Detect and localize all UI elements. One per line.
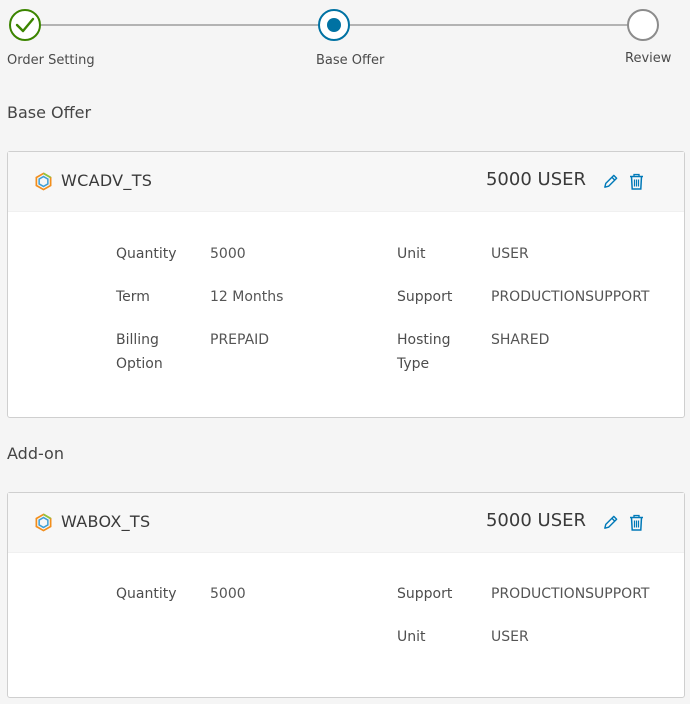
- field-label-hosting-line2: Type: [397, 356, 430, 372]
- field-label-billing-line1: Billing: [116, 332, 159, 348]
- field-label-billing-option: Billing Option: [116, 328, 163, 376]
- step-base-offer[interactable]: [318, 9, 350, 41]
- field-value-hosting-type: SHARED: [491, 332, 550, 348]
- card-header: WCADV_TS 5000 USER: [8, 152, 684, 212]
- field-value-support: PRODUCTIONSUPPORT: [491, 289, 650, 305]
- step-review[interactable]: [627, 9, 659, 41]
- field-label-quantity: Quantity: [116, 246, 177, 262]
- field-label-hosting-type: Hosting Type: [397, 328, 451, 376]
- trash-icon[interactable]: [629, 173, 644, 190]
- field-value-unit: USER: [491, 246, 529, 262]
- field-label-unit: Unit: [397, 629, 426, 645]
- addon-card: WABOX_TS 5000 USER Quantity 5000 Support…: [7, 492, 685, 698]
- hexagon-logo-icon: [35, 513, 52, 532]
- field-label-unit: Unit: [397, 246, 426, 262]
- field-label-billing-line2: Option: [116, 356, 163, 372]
- field-value-billing-option: PREPAID: [210, 332, 270, 348]
- step-order-setting[interactable]: [9, 9, 41, 41]
- step-label-review: Review: [625, 51, 672, 66]
- field-label-quantity: Quantity: [116, 586, 177, 602]
- product-summary: 5000 USER: [485, 169, 586, 190]
- section-title-base-offer: Base Offer: [7, 103, 92, 122]
- field-value-term: 12 Months: [210, 289, 284, 305]
- check-icon: [15, 17, 35, 33]
- field-value-quantity: 5000: [210, 586, 246, 602]
- section-title-addon: Add-on: [7, 444, 64, 463]
- stepper-connector: [350, 24, 628, 26]
- step-label-base-offer: Base Offer: [316, 53, 385, 68]
- field-value-unit: USER: [491, 629, 529, 645]
- pencil-icon[interactable]: [602, 514, 619, 531]
- field-label-support: Support: [397, 289, 453, 305]
- order-stepper: Order Setting Base Offer Review: [0, 0, 690, 80]
- field-value-quantity: 5000: [210, 246, 246, 262]
- field-label-support: Support: [397, 586, 453, 602]
- step-label-order-setting: Order Setting: [7, 53, 95, 68]
- card-header: WABOX_TS 5000 USER: [8, 493, 684, 553]
- trash-icon[interactable]: [629, 514, 644, 531]
- field-label-hosting-line1: Hosting: [397, 332, 451, 348]
- base-offer-card: WCADV_TS 5000 USER Quantity 5000 Unit US…: [7, 151, 685, 418]
- pencil-icon[interactable]: [602, 173, 619, 190]
- field-label-term: Term: [116, 289, 150, 305]
- product-name: WCADV_TS: [61, 171, 153, 190]
- current-step-dot-icon: [327, 18, 341, 32]
- field-value-support: PRODUCTIONSUPPORT: [491, 586, 650, 602]
- product-summary: 5000 USER: [485, 510, 586, 531]
- stepper-connector: [41, 24, 318, 26]
- product-name: WABOX_TS: [61, 512, 151, 531]
- hexagon-logo-icon: [35, 172, 52, 191]
